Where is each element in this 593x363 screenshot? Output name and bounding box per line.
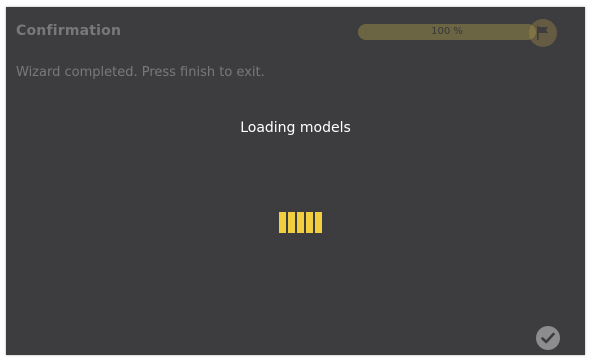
loader-segment	[297, 212, 304, 233]
loading-spinner	[279, 212, 323, 233]
flag-icon	[529, 19, 557, 47]
loader-segment	[279, 212, 286, 233]
checkmark-icon	[541, 332, 555, 344]
progress-label: 100 %	[431, 26, 463, 37]
page-title: Confirmation	[16, 23, 122, 39]
progress-bar: 100 %	[358, 24, 536, 40]
wizard-panel: Confirmation Wizard completed. Press fin…	[6, 7, 585, 355]
loader-segment	[315, 212, 322, 233]
loading-label: Loading models	[240, 120, 351, 136]
wizard-message: Wizard completed. Press finish to exit.	[16, 65, 265, 80]
loader-segment	[288, 212, 295, 233]
finish-button[interactable]	[536, 326, 560, 350]
loader-segment	[306, 212, 313, 233]
